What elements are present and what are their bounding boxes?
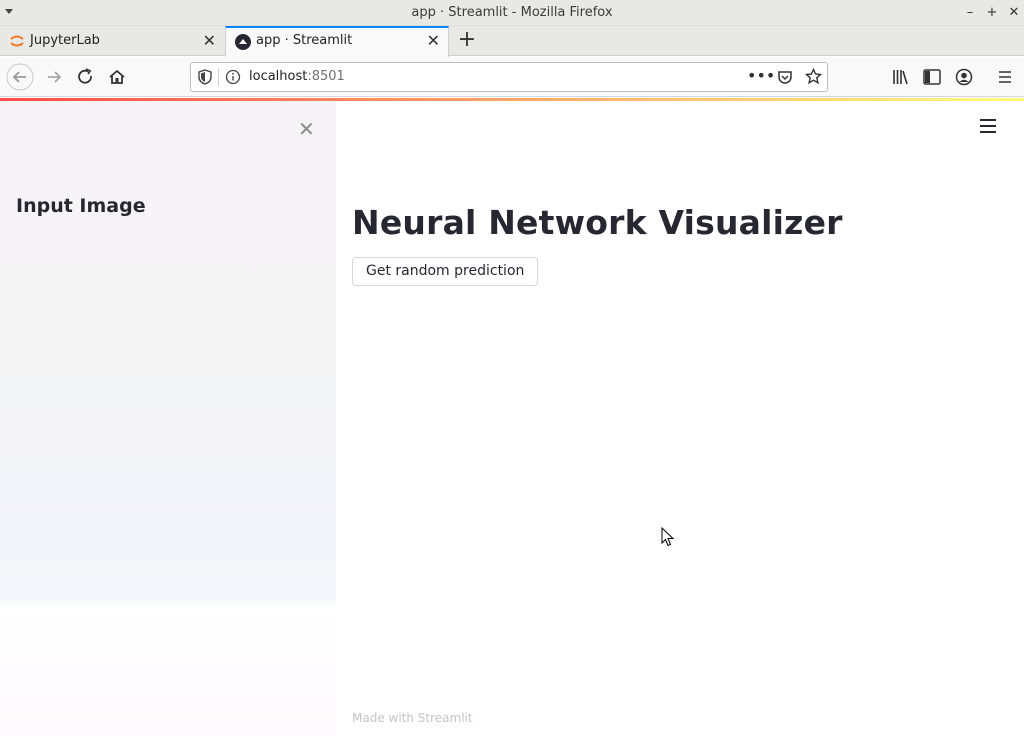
tab-label: JupyterLab (30, 33, 100, 48)
page-actions-icon[interactable]: ••• (747, 66, 775, 85)
minimize-icon[interactable]: – (961, 4, 979, 22)
library-icon[interactable] (890, 66, 912, 88)
reload-icon[interactable] (71, 63, 99, 91)
new-tab-icon[interactable]: + (456, 27, 478, 55)
tracking-shield-icon[interactable] (198, 69, 212, 85)
sidebar: ✕ Input Image (0, 101, 336, 736)
tab-label: app · Streamlit (256, 33, 353, 48)
pocket-icon[interactable] (777, 69, 793, 85)
mouse-cursor-icon (661, 527, 675, 547)
streamlit-icon (235, 34, 251, 50)
random-prediction-button[interactable]: Get random prediction (352, 257, 539, 286)
footer-text[interactable]: Made with Streamlit (352, 711, 473, 725)
jupyter-icon (10, 35, 24, 47)
menu-icon[interactable] (994, 66, 1016, 88)
maximize-icon[interactable]: + (983, 4, 1001, 22)
forward-icon[interactable] (40, 63, 68, 91)
tab-strip: JupyterLab ✕ app · Streamlit ✕ + (0, 26, 1024, 57)
url-bar[interactable]: localhost:8501 ••• (190, 62, 828, 92)
sidebar-toggle-icon[interactable] (921, 66, 943, 88)
close-tab-icon[interactable]: ✕ (427, 28, 440, 54)
site-info-icon[interactable] (225, 69, 241, 85)
back-icon[interactable] (6, 63, 34, 91)
url-port: :8501 (307, 69, 345, 84)
page-title: Neural Network Visualizer (352, 203, 843, 242)
window-title: app · Streamlit - Mozilla Firefox (411, 5, 613, 20)
tab-jupyterlab[interactable]: JupyterLab ✕ (0, 26, 224, 56)
bookmark-star-icon[interactable] (805, 68, 822, 85)
account-icon[interactable] (953, 66, 975, 88)
url-host: localhost (249, 69, 308, 84)
close-tab-icon[interactable]: ✕ (203, 26, 216, 55)
urlbar-separator (218, 68, 219, 86)
url-text[interactable]: localhost:8501 (249, 69, 345, 84)
window-titlebar: app · Streamlit - Mozilla Firefox – + ✕ (0, 0, 1024, 26)
hamburger-menu-icon[interactable] (980, 119, 996, 133)
navigation-bar: localhost:8501 ••• (0, 57, 1024, 97)
home-icon[interactable] (103, 63, 131, 91)
main-content: Neural Network Visualizer Get random pre… (336, 101, 1024, 736)
close-window-icon[interactable]: ✕ (1005, 4, 1023, 22)
tab-streamlit[interactable]: app · Streamlit ✕ (225, 26, 449, 57)
close-sidebar-icon[interactable]: ✕ (298, 117, 315, 141)
sidebar-heading: Input Image (16, 195, 146, 217)
